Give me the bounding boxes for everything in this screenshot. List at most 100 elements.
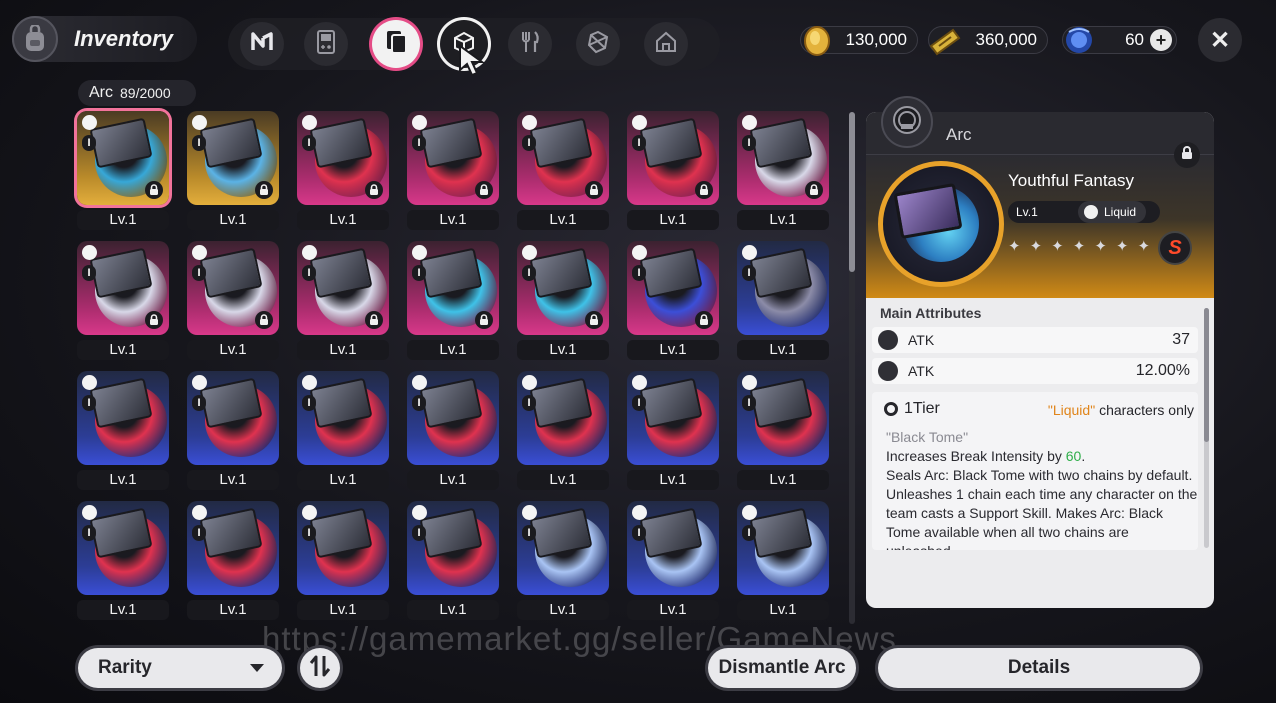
arc-card-art: I [627, 501, 719, 595]
arc-card[interactable]: I Lv.1 [624, 368, 722, 492]
arc-category-badge [881, 96, 933, 148]
grid-scrollbar[interactable] [849, 112, 855, 624]
skill-line-1-text: Increases Break Intensity by [886, 448, 1062, 464]
detail-panel: Arc Youthful Fantasy Lv.1 Liquid ✦ ✦ ✦ ✦… [866, 112, 1214, 608]
crystal-amount: 60 [1125, 30, 1144, 49]
tier-badge: I [82, 135, 96, 151]
arc-card[interactable]: I Lv.1 [184, 108, 282, 232]
skill-scrollbar[interactable] [1204, 308, 1209, 548]
attribute-value: 12.00% [1135, 362, 1190, 379]
arc-card-level: Lv.1 [517, 600, 609, 620]
star-icon: ✦ [1072, 238, 1086, 255]
arc-card-art: I [187, 371, 279, 465]
tab-n[interactable] [240, 22, 284, 66]
arc-card-art: I [407, 501, 499, 595]
skill-box[interactable]: 1Tier "Liquid" characters only "Black To… [872, 392, 1198, 550]
arc-card[interactable]: I Lv.1 [74, 108, 172, 232]
arc-card[interactable]: I Lv.1 [514, 498, 612, 622]
tier-badge: I [82, 265, 96, 281]
tier-badge: I [412, 135, 426, 151]
tab-home[interactable] [644, 22, 688, 66]
arc-card-level: Lv.1 [187, 340, 279, 360]
currency-ticket: 360,000 [928, 26, 1048, 56]
arc-card[interactable]: I Lv.1 [624, 108, 722, 232]
lock-icon [695, 311, 713, 329]
arc-card-level: Lv.1 [407, 340, 499, 360]
arc-card[interactable]: I Lv.1 [734, 238, 832, 362]
grid-scrollbar-thumb[interactable] [849, 112, 855, 272]
detail-lock-button[interactable] [1174, 142, 1200, 168]
attribute-row: ATK 12.00% [872, 358, 1198, 384]
arc-card[interactable]: I Lv.1 [404, 498, 502, 622]
element-icon [412, 375, 427, 390]
gold-amount: 130,000 [845, 30, 907, 49]
close-button[interactable]: ✕ [1198, 18, 1242, 62]
arc-card[interactable]: I Lv.1 [184, 238, 282, 362]
arc-card[interactable]: I Lv.1 [74, 498, 172, 622]
arc-card[interactable]: I Lv.1 [514, 108, 612, 232]
tier-badge: I [412, 395, 426, 411]
arc-card[interactable]: I Lv.1 [514, 368, 612, 492]
arc-card[interactable]: I Lv.1 [404, 238, 502, 362]
element-name: Liquid [1104, 205, 1137, 219]
arc-card-art: I [737, 241, 829, 335]
arc-card[interactable]: I Lv.1 [294, 498, 392, 622]
inventory-header: Inventory [12, 16, 197, 62]
tab-arc[interactable] [372, 20, 420, 68]
item-level: Lv.1 [1016, 205, 1038, 219]
skill-line-1: Increases Break Intensity by 60. [886, 447, 1198, 466]
arc-card-art: I [627, 371, 719, 465]
element-icon [522, 505, 537, 520]
arc-card[interactable]: I Lv.1 [74, 238, 172, 362]
skill-name: "Black Tome" [886, 429, 969, 445]
add-crystal-button[interactable]: + [1150, 29, 1172, 51]
lock-icon [1181, 145, 1193, 165]
tier-badge: I [412, 265, 426, 281]
arc-card[interactable]: I Lv.1 [294, 238, 392, 362]
arc-card-level: Lv.1 [517, 210, 609, 230]
arc-card-level: Lv.1 [737, 340, 829, 360]
tier-badge: I [522, 135, 536, 151]
element-icon [412, 505, 427, 520]
sort-order-button[interactable] [300, 648, 340, 688]
tab-device[interactable] [304, 22, 348, 66]
backpack-icon [12, 16, 58, 62]
tier-badge: I [302, 395, 316, 411]
arc-card-level: Lv.1 [737, 210, 829, 230]
arc-card[interactable]: I Lv.1 [74, 368, 172, 492]
arc-card[interactable]: I Lv.1 [294, 108, 392, 232]
tier-badge: I [302, 265, 316, 281]
disc-icon [891, 104, 923, 141]
arc-card[interactable]: I Lv.1 [734, 108, 832, 232]
tab-food[interactable] [508, 22, 552, 66]
arc-card-level: Lv.1 [627, 340, 719, 360]
arc-card-level: Lv.1 [77, 210, 169, 230]
arc-card[interactable]: I Lv.1 [734, 368, 832, 492]
tier-label: 1Tier [904, 400, 940, 417]
arc-card[interactable]: I Lv.1 [404, 108, 502, 232]
arc-card[interactable]: I Lv.1 [624, 498, 722, 622]
main-attributes-title: Main Attributes [880, 305, 982, 321]
tier-badge: I [522, 525, 536, 541]
arc-card-level: Lv.1 [187, 210, 279, 230]
arc-card[interactable]: I Lv.1 [294, 368, 392, 492]
arc-card[interactable]: I Lv.1 [514, 238, 612, 362]
star-icon: ✦ [1115, 238, 1129, 255]
arc-card[interactable]: I Lv.1 [184, 368, 282, 492]
arc-card[interactable]: I Lv.1 [734, 498, 832, 622]
arc-card[interactable]: I Lv.1 [404, 368, 502, 492]
lock-icon [145, 181, 163, 199]
arc-card-art: I [517, 501, 609, 595]
atk-icon [878, 361, 898, 381]
sort-dropdown[interactable]: Rarity [78, 648, 282, 688]
arc-card[interactable]: I Lv.1 [624, 238, 722, 362]
details-button[interactable]: Details [878, 648, 1200, 688]
dismantle-button[interactable]: Dismantle Arc [708, 648, 856, 688]
tier-badge: I [82, 395, 96, 411]
arc-card[interactable]: I Lv.1 [184, 498, 282, 622]
item-name: Youthful Fantasy [1008, 171, 1135, 190]
tier-badge: I [192, 265, 206, 281]
page-title: Inventory [74, 26, 174, 51]
skill-scrollbar-thumb[interactable] [1204, 308, 1209, 442]
tab-material[interactable] [576, 22, 620, 66]
